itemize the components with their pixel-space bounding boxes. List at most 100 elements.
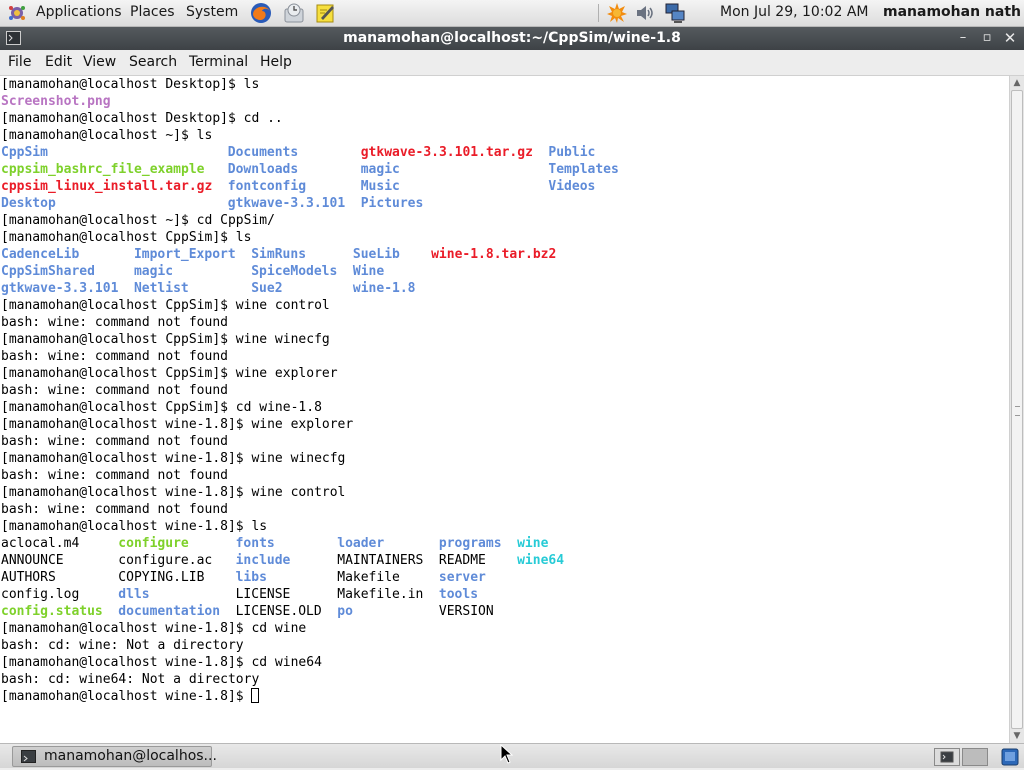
ls-entry: LICENSE <box>235 587 291 602</box>
terminal-line: bash: wine: command not found <box>1 467 353 484</box>
menu-edit[interactable]: Edit <box>45 50 72 75</box>
ls-output-row: aclocal.m4 configure fonts loader programs wi… <box>1 535 548 552</box>
workspace-2[interactable] <box>962 748 988 766</box>
ls-entry: libs <box>235 570 267 585</box>
ls-entry: Public <box>548 145 596 160</box>
mouse-pointer-icon <box>500 744 514 764</box>
ls-entry: CppSim <box>1 145 48 160</box>
menu-terminal[interactable]: Terminal <box>189 50 248 75</box>
terminal-line-text: [manamohan@localhost ~]$ cd CppSim/ <box>1 213 275 228</box>
minimize-button[interactable]: – <box>952 27 974 50</box>
gnome-foot-icon[interactable] <box>6 0 28 26</box>
terminal-line: [manamohan@localhost wine-1.8]$ cd wine6… <box>1 654 353 671</box>
scroll-grip-icon <box>1015 406 1020 416</box>
terminal-line: [manamohan@localhost CppSim]$ cd wine-1.… <box>1 399 353 416</box>
terminal-line: [manamohan@localhost ~]$ cd CppSim/ <box>1 212 353 229</box>
terminal-line-text: [manamohan@localhost wine-1.8]$ ls <box>1 519 268 534</box>
window-titlebar[interactable]: manamohan@localhost:~/CppSim/wine-1.8 – … <box>0 27 1024 50</box>
ls-entry: configure.ac <box>118 553 213 568</box>
ls-entry: Sue2 <box>251 281 283 296</box>
menu-help[interactable]: Help <box>260 50 292 75</box>
menu-file[interactable]: File <box>8 50 31 75</box>
terminal-scrollbar[interactable]: ▲ ▼ <box>1009 76 1024 743</box>
terminal-line-text: bash: wine: command not found <box>1 315 228 330</box>
menu-view[interactable]: View <box>83 50 116 75</box>
terminal-line-text: [manamohan@localhost wine-1.8]$ <box>1 689 252 704</box>
ls-entry: wine64 <box>517 553 565 568</box>
ls-entry: wine-1.8.tar.bz2 <box>431 247 557 262</box>
ls-entry: aclocal.m4 <box>1 536 80 551</box>
terminal-line: [manamohan@localhost wine-1.8]$ ls <box>1 518 353 535</box>
terminal-line: [manamohan@localhost Desktop]$ ls <box>1 76 353 93</box>
ls-entry: CadenceLib <box>1 247 80 262</box>
update-notifier-icon[interactable] <box>606 2 628 24</box>
close-button[interactable]: ✕ <box>999 27 1021 50</box>
menu-places[interactable]: Places <box>130 0 175 26</box>
terminal-line: [manamohan@localhost ~]$ ls <box>1 127 353 144</box>
text-cursor[interactable] <box>251 688 260 703</box>
terminal-line: bash: wine: command not found <box>1 433 353 450</box>
ls-output-row: cppsim_bashrc_file_example Downloads magic… <box>1 161 619 178</box>
ls-entry: config.log <box>1 587 80 602</box>
terminal-line: [manamohan@localhost Desktop]$ cd .. <box>1 110 353 127</box>
ls-entry: wine-1.8 <box>352 281 416 296</box>
scroll-up-arrow-icon[interactable]: ▲ <box>1010 76 1024 90</box>
ls-entry: Import_Export <box>133 247 236 262</box>
ls-output-row: gtkwave-3.3.101 Netlist Sue2 wine-1.8 <box>1 280 416 297</box>
terminal-line-text: [manamohan@localhost wine-1.8]$ cd wine6… <box>1 655 322 670</box>
ls-entry: magic <box>133 264 174 279</box>
terminal-line: bash: wine: command not found <box>1 501 353 518</box>
terminal-line-text: bash: wine: command not found <box>1 434 228 449</box>
ls-entry: server <box>438 570 486 585</box>
notes-icon[interactable] <box>315 2 337 24</box>
ls-entry: wine <box>517 536 549 551</box>
terminal-line-text: bash: wine: command not found <box>1 468 228 483</box>
menu-applications[interactable]: Applications <box>36 0 122 26</box>
close-icon: ✕ <box>1003 29 1017 47</box>
scroll-down-arrow-icon[interactable]: ▼ <box>1010 729 1024 743</box>
terminal-lines: [manamohan@localhost Desktop]$ ls Screens… <box>1 76 619 705</box>
panel-separator <box>598 4 599 22</box>
terminal-line: [manamohan@localhost CppSim]$ wine winec… <box>1 331 353 348</box>
terminal-line-text: [manamohan@localhost Desktop]$ ls <box>1 77 260 92</box>
terminal-line-text: bash: cd: wine: Not a directory <box>1 638 244 653</box>
ls-entry: gtkwave-3.3.101 <box>1 281 119 296</box>
firefox-icon[interactable] <box>250 2 272 24</box>
ls-entry: po <box>337 604 353 619</box>
volume-icon[interactable] <box>634 2 656 24</box>
terminal-line-text: [manamohan@localhost CppSim]$ wine contr… <box>1 298 330 313</box>
scrollbar-thumb[interactable] <box>1011 90 1023 729</box>
ls-entry: SueLib <box>352 247 400 262</box>
terminal-line: [manamohan@localhost wine-1.8]$ <box>1 688 353 705</box>
mail-client-icon[interactable] <box>283 2 305 24</box>
ls-entry: ANNOUNCE <box>1 553 64 568</box>
workspace-1[interactable] <box>934 748 960 766</box>
ls-entry: cppsim_linux_install.tar.gz <box>1 179 213 194</box>
ls-entry: magic <box>360 162 400 177</box>
menu-search[interactable]: Search <box>129 50 177 75</box>
clock[interactable]: Mon Jul 29, 10:02 AM <box>720 0 868 26</box>
terminal-output[interactable]: [manamohan@localhost Desktop]$ ls Screens… <box>0 76 1009 743</box>
ls-output-row: Screenshot.png <box>1 93 353 110</box>
terminal-line: [manamohan@localhost CppSim]$ wine explo… <box>1 365 353 382</box>
ls-entry: configure <box>118 536 189 551</box>
ls-entry: Videos <box>548 179 596 194</box>
ls-entry: documentation <box>118 604 221 619</box>
terminal-line-text: [manamohan@localhost wine-1.8]$ cd wine <box>1 621 307 636</box>
user-menu[interactable]: manamohan nath <box>883 0 1021 26</box>
ls-entry: gtkwave-3.3.101 <box>227 196 346 211</box>
maximize-button[interactable]: ▫ <box>976 27 998 50</box>
terminal-line: [manamohan@localhost wine-1.8]$ wine exp… <box>1 416 353 433</box>
minimize-icon: – <box>959 30 967 45</box>
menu-system[interactable]: System <box>186 0 238 26</box>
terminal-line-text: [manamohan@localhost CppSim]$ cd wine-1.… <box>1 400 322 415</box>
taskbar-terminal-button[interactable]: manamohan@localhos... <box>12 746 217 767</box>
ls-entry: fonts <box>235 536 275 551</box>
ls-entry: MAINTAINERS <box>337 553 424 568</box>
network-icon[interactable] <box>664 2 686 24</box>
ls-output-row: CadenceLib Import_Export SimRuns SueLib wine… <box>1 246 556 263</box>
trash-icon[interactable] <box>999 747 1021 766</box>
terminal-line-text: [manamohan@localhost CppSim]$ ls <box>1 230 252 245</box>
ls-entry: fontconfig <box>227 179 307 194</box>
terminal-line-text: bash: wine: command not found <box>1 502 228 517</box>
